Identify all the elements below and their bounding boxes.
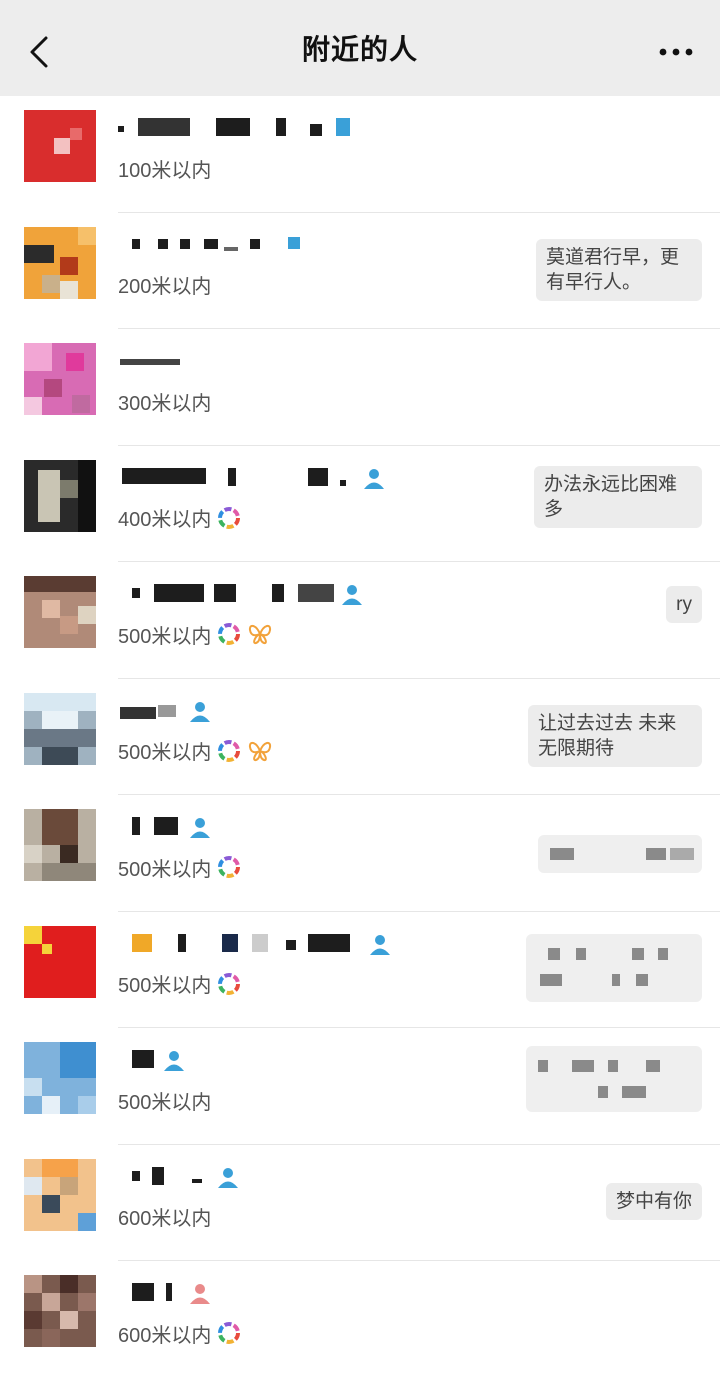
male-person-icon (190, 701, 210, 722)
avatar (24, 343, 96, 415)
male-person-icon (342, 585, 362, 605)
more-button[interactable] (656, 40, 696, 64)
status-bubble-redacted (526, 1046, 702, 1112)
status-text: 梦中有你 (615, 1190, 692, 1212)
avatar (24, 1042, 96, 1114)
status-bubble: 办法永远比困难多 (534, 465, 702, 528)
distance-label: 500米以内 (118, 975, 212, 997)
distance-label: 500米以内 (118, 625, 212, 648)
status-text: 办法永远比困难多 (544, 473, 678, 520)
distance-label: 500米以内 (118, 742, 212, 764)
back-button[interactable] (22, 30, 58, 74)
nickname-redacted (118, 1281, 378, 1304)
page-title: 附近的人 (301, 34, 418, 65)
distance-label: 100米以内 (118, 159, 212, 182)
male-person-icon (370, 934, 390, 955)
list-item[interactable]: 500米以内 (0, 1028, 720, 1145)
moments-badge-icon (218, 1322, 241, 1344)
status-bubble: ry (666, 586, 702, 623)
status-bubble: 让过去过去 未来无限期待 (528, 704, 702, 767)
list-item[interactable]: 300米以内 (0, 329, 720, 446)
list-item[interactable]: 100米以内 (0, 96, 720, 213)
status-text: 让过去过去 未来无限期待 (538, 712, 677, 759)
chevron-left-icon (30, 36, 48, 68)
avatar (24, 692, 96, 765)
distance-label: 600米以内 (118, 1208, 212, 1230)
status-bubble: 梦中有你 (605, 1182, 702, 1220)
avatar (24, 110, 96, 182)
male-person-icon (364, 468, 384, 489)
male-person-icon (190, 818, 210, 838)
butterfly-badge-icon (249, 741, 272, 761)
list-item[interactable]: 400米以内 办法永远比困难多 (0, 446, 720, 563)
list-item[interactable]: 500米以内 (0, 912, 720, 1029)
male-person-icon (164, 1051, 184, 1071)
list-item[interactable]: 500米以内 (0, 795, 720, 912)
status-bubble-redacted (538, 835, 702, 873)
nickname-redacted (118, 699, 378, 722)
distance-label: 200米以内 (118, 276, 212, 298)
distance-label: 300米以内 (118, 392, 212, 415)
distance-label: 500米以内 (118, 1091, 212, 1114)
nickname-redacted (118, 815, 378, 838)
avatar (24, 1158, 96, 1231)
more-dots-icon (659, 48, 693, 56)
list-item[interactable]: 500米以内 让过去过去 未来无限期待 (0, 679, 720, 796)
moments-badge-icon (218, 972, 241, 995)
nickname-redacted (118, 349, 378, 371)
status-text: 莫道君行早，更有早行人。 (546, 246, 680, 293)
avatar (24, 576, 96, 648)
female-person-icon (190, 1284, 210, 1304)
nickname-redacted (118, 116, 378, 138)
nickname-redacted (118, 582, 378, 605)
distance-label: 400米以内 (118, 509, 212, 531)
avatar (24, 459, 96, 532)
nickname-redacted (118, 1048, 378, 1071)
nickname-redacted (118, 1165, 378, 1188)
distance-label: 600米以内 (118, 1324, 212, 1347)
list-item[interactable]: 600米以内 梦中有你 (0, 1145, 720, 1262)
avatar (24, 809, 96, 881)
nickname-redacted (118, 466, 384, 489)
list-item[interactable]: 500米以内 ry (0, 562, 720, 679)
nearby-people-list: 100米以内 200米以内 莫道君行早，更有早行人。 300米以内 400米以内… (0, 96, 720, 1376)
distance-label: 500米以内 (118, 858, 212, 881)
status-bubble: 莫道君行早，更有早行人。 (536, 238, 702, 301)
butterfly-badge-icon (249, 624, 272, 645)
nickname-redacted (118, 932, 390, 955)
list-item[interactable]: 200米以内 莫道君行早，更有早行人。 (0, 213, 720, 330)
status-bubble-redacted (526, 933, 702, 1002)
avatar (24, 1275, 96, 1347)
list-item[interactable]: 600米以内 (0, 1261, 720, 1376)
nickname-redacted (118, 233, 378, 255)
avatar (24, 925, 96, 998)
status-text: ry (676, 594, 692, 615)
avatar (24, 226, 96, 299)
moments-badge-icon (218, 856, 241, 878)
male-person-icon (218, 1167, 238, 1188)
moments-badge-icon (218, 739, 241, 762)
navigation-bar: 附近的人 (0, 0, 720, 96)
moments-badge-icon (218, 506, 241, 529)
moments-badge-icon (218, 623, 241, 645)
